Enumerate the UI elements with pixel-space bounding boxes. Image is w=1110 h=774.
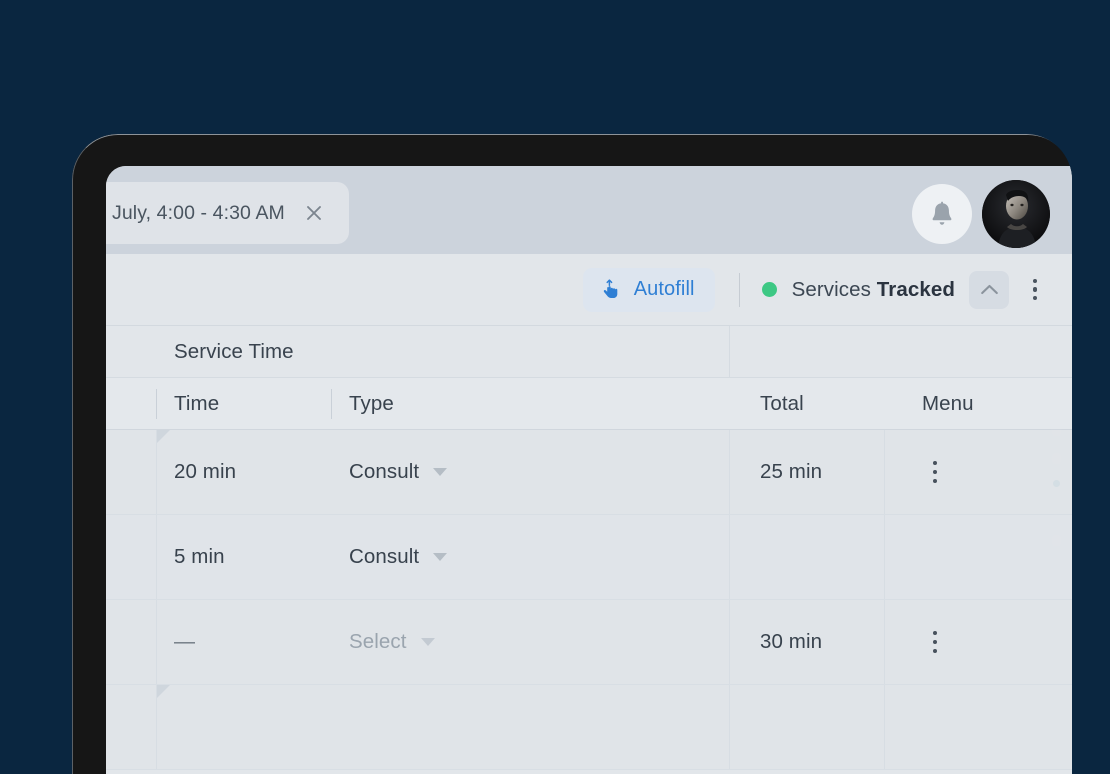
services-table: Service Time Time Type Total Menu 20 min… bbox=[106, 325, 1072, 770]
table-row[interactable]: — Select 30 min bbox=[106, 600, 1072, 685]
appointment-tab-label: July, 4:00 - 4:30 AM bbox=[112, 201, 285, 224]
bell-icon bbox=[929, 201, 955, 228]
row-divider-3 bbox=[884, 685, 885, 769]
appointment-tab[interactable]: July, 4:00 - 4:30 AM bbox=[106, 182, 349, 244]
autofill-label: Autofill bbox=[633, 278, 695, 300]
collapse-section-button[interactable] bbox=[969, 270, 1009, 309]
row-divider-2 bbox=[729, 685, 730, 769]
column-header-type[interactable]: Type bbox=[331, 378, 729, 429]
avatar[interactable] bbox=[982, 180, 1050, 248]
cell-type[interactable]: Consult bbox=[331, 460, 729, 484]
tap-hand-icon bbox=[600, 278, 621, 301]
header-divider-2 bbox=[331, 389, 332, 419]
cell-time[interactable]: 20 min bbox=[156, 460, 331, 484]
app-screen: July, 4:00 - 4:30 AM Autofill Services T… bbox=[106, 166, 1072, 774]
app-header: July, 4:00 - 4:30 AM bbox=[106, 166, 1072, 254]
chevron-down-icon[interactable] bbox=[433, 468, 448, 476]
cell-total-value: 30 min bbox=[760, 630, 823, 653]
table-toolbar: Autofill Services Tracked bbox=[106, 254, 1072, 326]
table-row[interactable] bbox=[106, 685, 1072, 770]
autofill-button[interactable]: Autofill bbox=[582, 267, 715, 312]
toolbar-divider bbox=[738, 272, 740, 307]
table-row[interactable]: 5 min Consult bbox=[106, 515, 1072, 600]
cell-menu bbox=[884, 460, 1072, 484]
cell-time[interactable]: 5 min bbox=[156, 545, 331, 569]
status-value: Tracked bbox=[876, 277, 955, 301]
table-group-title: Service Time bbox=[174, 339, 294, 363]
column-header-total[interactable]: Total bbox=[729, 378, 884, 429]
cell-menu bbox=[884, 630, 1072, 654]
cell-total-value: 25 min bbox=[760, 460, 823, 483]
cell-type-value: Consult bbox=[349, 460, 420, 483]
tablet-device-frame: July, 4:00 - 4:30 AM Autofill Services T… bbox=[72, 134, 1072, 774]
status-label: Services Tracked bbox=[792, 278, 955, 302]
row-menu-button[interactable] bbox=[922, 460, 948, 484]
row-divider-3 bbox=[884, 430, 885, 514]
cell-type[interactable]: Consult bbox=[331, 545, 729, 569]
row-divider-1 bbox=[156, 515, 157, 599]
close-icon[interactable] bbox=[305, 204, 323, 222]
chevron-down-icon[interactable] bbox=[420, 638, 435, 646]
row-divider-3 bbox=[884, 600, 885, 684]
toolbar-overflow-menu-button[interactable] bbox=[1018, 271, 1052, 309]
row-divider-3 bbox=[884, 515, 885, 599]
device-side-buttons bbox=[1051, 424, 1063, 584]
row-divider-1 bbox=[156, 600, 157, 684]
cell-type[interactable]: Select bbox=[331, 630, 729, 654]
status-dot-icon bbox=[761, 282, 777, 297]
row-divider-2 bbox=[729, 515, 730, 599]
table-row[interactable]: 20 min Consult 25 min bbox=[106, 430, 1072, 515]
row-menu-button[interactable] bbox=[922, 630, 948, 654]
column-header-gutter bbox=[106, 378, 156, 429]
cell-time[interactable]: — bbox=[156, 630, 331, 654]
cell-time-value: 20 min bbox=[174, 460, 237, 483]
header-divider-1 bbox=[156, 389, 157, 419]
status-prefix: Services bbox=[791, 277, 871, 301]
table-header-row: Time Type Total Menu bbox=[106, 378, 1072, 430]
services-status: Services Tracked bbox=[761, 278, 955, 302]
cell-corner-marker bbox=[157, 430, 170, 443]
group-gutter bbox=[106, 326, 156, 377]
chevron-up-icon bbox=[980, 283, 999, 296]
row-divider-2 bbox=[729, 430, 730, 514]
group-column-divider bbox=[729, 325, 730, 378]
cell-corner-marker bbox=[157, 685, 170, 698]
cell-time-value: 5 min bbox=[174, 545, 225, 568]
notifications-button[interactable] bbox=[912, 184, 972, 244]
cell-time-value: — bbox=[174, 630, 196, 653]
cell-total: 25 min bbox=[729, 460, 884, 484]
cell-type-value: Consult bbox=[349, 545, 420, 568]
table-group-header-row: Service Time bbox=[106, 325, 1072, 378]
column-header-menu[interactable]: Menu bbox=[884, 378, 1072, 429]
cell-total: 30 min bbox=[729, 630, 884, 654]
cell-type-placeholder: Select bbox=[349, 630, 407, 653]
cell-menu bbox=[884, 546, 1072, 569]
header-actions bbox=[912, 180, 1050, 248]
column-header-time[interactable]: Time bbox=[156, 378, 331, 429]
chevron-down-icon[interactable] bbox=[433, 553, 448, 561]
row-divider-2 bbox=[729, 600, 730, 684]
